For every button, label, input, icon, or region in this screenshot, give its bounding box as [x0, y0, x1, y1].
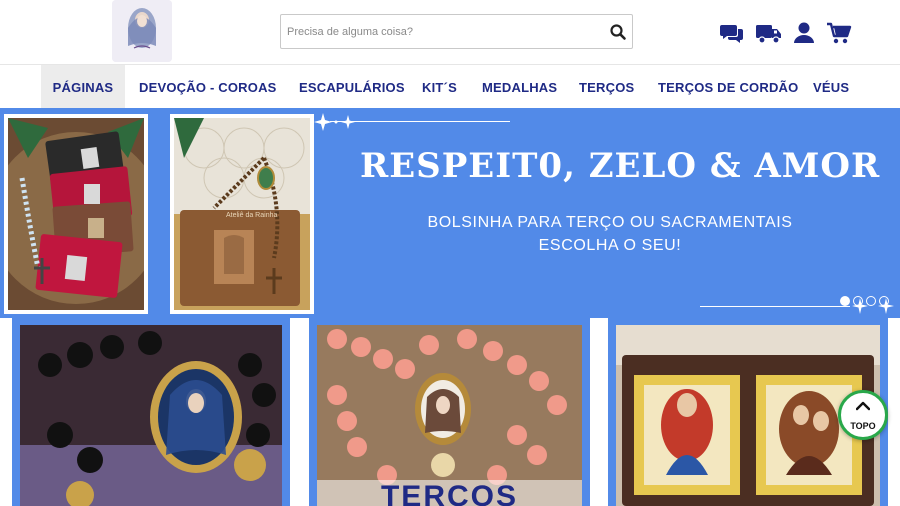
- nav-item-kits[interactable]: KIT´S: [422, 65, 457, 109]
- back-to-top-button[interactable]: TOPO: [838, 390, 888, 440]
- sparkle-line-bottom: [700, 306, 850, 307]
- nav-item-tercos-de-cordao[interactable]: TERÇOS DE CORDÃO: [658, 65, 798, 109]
- category-card-devocao[interactable]: [12, 318, 290, 506]
- search-box: [280, 14, 633, 49]
- user-icon[interactable]: [793, 21, 819, 45]
- chevron-up-icon: [856, 401, 870, 411]
- nav-item-tercos[interactable]: TERÇOS: [579, 65, 634, 109]
- chat-icon[interactable]: [719, 21, 745, 45]
- carousel-dots: [840, 296, 900, 308]
- nav-item-escapularios[interactable]: ESCAPULÁRIOS: [299, 65, 405, 109]
- cart-icon[interactable]: [826, 21, 852, 45]
- hero-banner[interactable]: Ateliê da Rainha RESPEIT0, ZELO & AMOR B…: [0, 108, 900, 318]
- category-card-label: TERÇOS: [317, 480, 582, 506]
- nav-item-paginas[interactable]: PÁGINAS: [41, 65, 125, 109]
- nav-item-devocao-coroas[interactable]: DEVOÇÃO - COROAS: [139, 65, 277, 109]
- carousel-dot-4[interactable]: [879, 296, 889, 306]
- site-logo[interactable]: [112, 0, 172, 62]
- search-icon[interactable]: [608, 22, 628, 42]
- banner-subtitle-line2: ESCOLHA O SEU!: [538, 237, 682, 254]
- sparkle-icon: [314, 113, 355, 131]
- category-cards: TERÇOS: [0, 318, 900, 506]
- carousel-dot-1[interactable]: [840, 296, 850, 306]
- category-card-tercos[interactable]: TERÇOS: [309, 318, 590, 506]
- back-to-top-label: TOPO: [850, 421, 876, 431]
- search-input[interactable]: [281, 15, 601, 48]
- banner-photo-leather-pouch: Ateliê da Rainha: [170, 114, 314, 314]
- nav-item-medalhas[interactable]: MEDALHAS: [482, 65, 557, 109]
- carousel-dot-3[interactable]: [866, 296, 876, 306]
- nav-item-veus[interactable]: VÉUS: [813, 65, 849, 109]
- site-header: [0, 0, 900, 64]
- pouch-caption: Ateliê da Rainha: [226, 212, 278, 219]
- truck-icon[interactable]: [755, 21, 783, 45]
- carousel-dot-2[interactable]: [853, 296, 863, 306]
- banner-photo-pouches: [4, 114, 148, 314]
- banner-title: RESPEIT0, ZELO & AMOR: [360, 146, 881, 186]
- banner-subtitle-line1: BOLSINHA PARA TERÇO OU SACRAMENTAIS: [427, 214, 793, 231]
- main-nav: PÁGINAS DEVOÇÃO - COROAS ESCAPULÁRIOS KI…: [0, 64, 900, 109]
